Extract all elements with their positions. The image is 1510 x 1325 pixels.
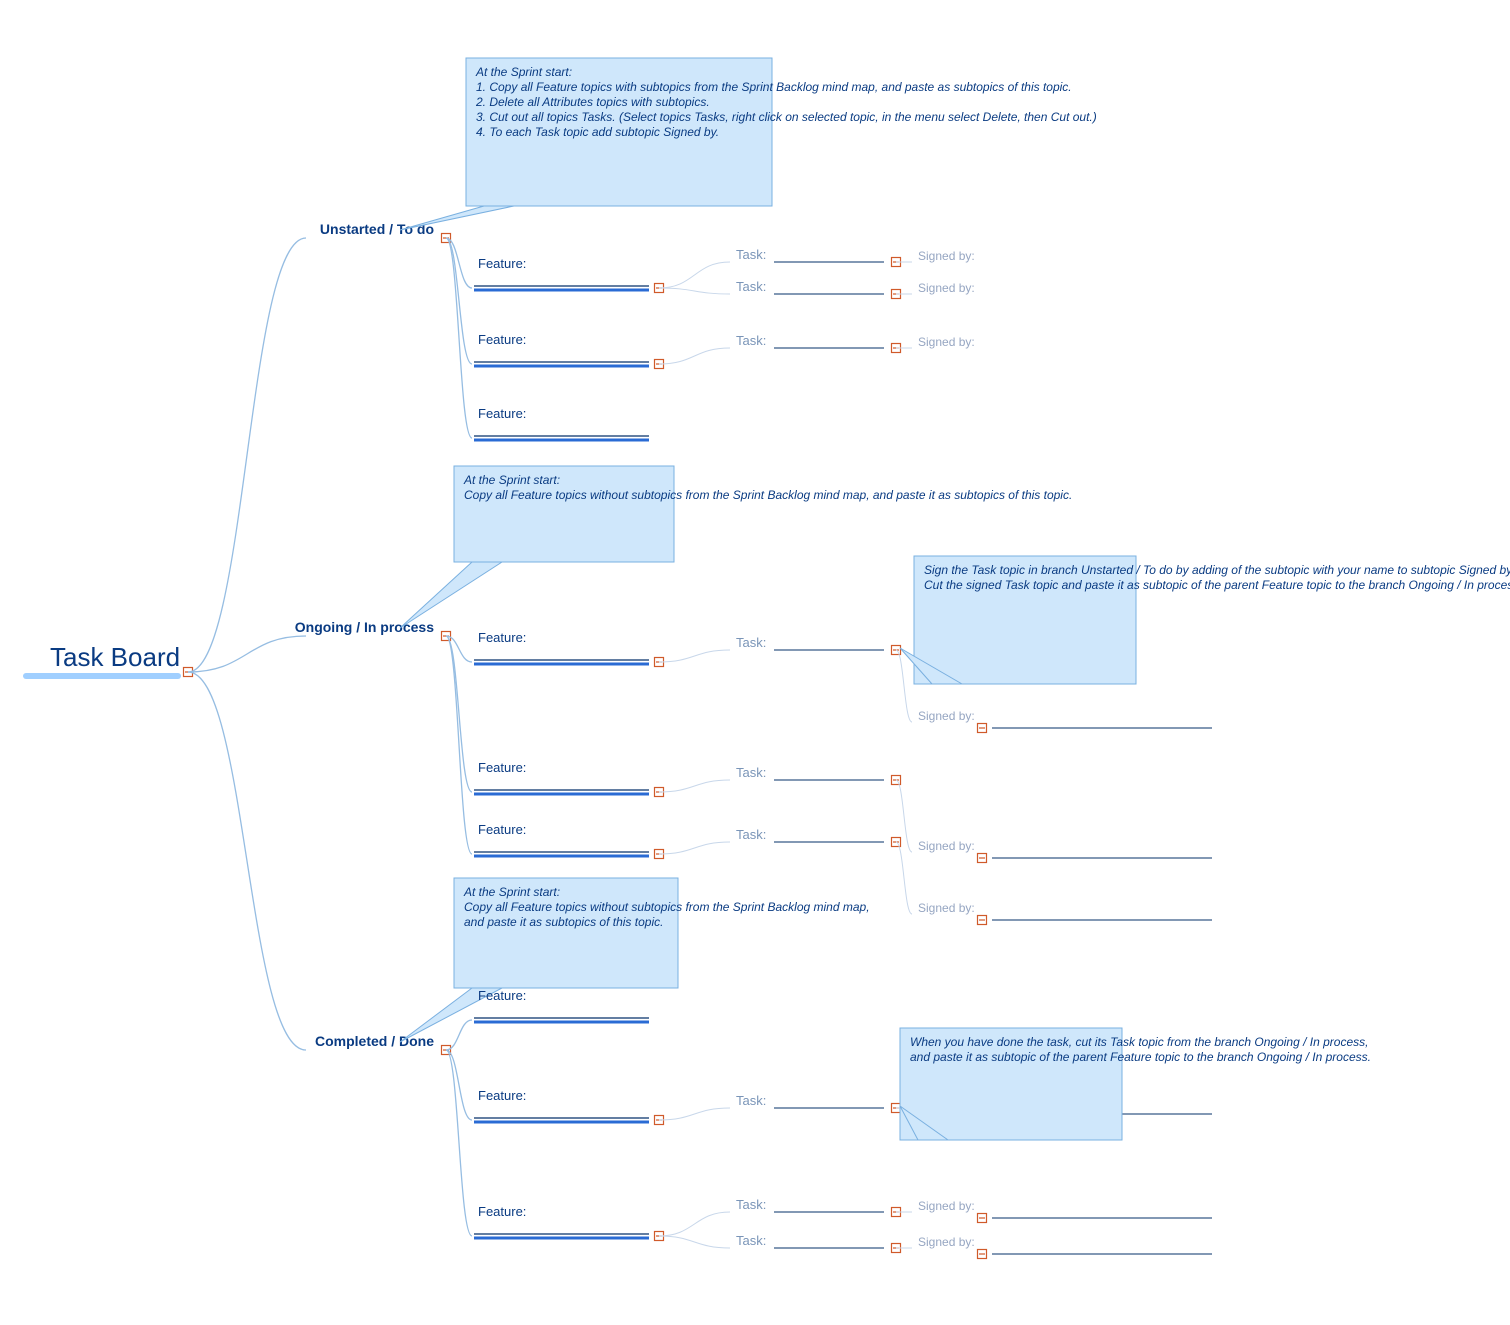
signed-by[interactable]: Signed by: [918,1235,975,1249]
signed-expand[interactable] [978,1214,987,1223]
task-label[interactable]: Task: [736,1093,766,1108]
task-label[interactable]: Task: [736,1233,766,1248]
signed-by[interactable]: Signed by: [918,901,975,915]
task-callout-completed: When you have done the task, cut its Tas… [900,1028,1371,1140]
signed-expand[interactable] [978,916,987,925]
signed-by[interactable]: Signed by: [918,335,975,349]
task-callout-ongoing: Sign the Task topic in branch Unstarted … [900,556,1510,684]
signed-expand[interactable] [978,854,987,863]
branch-unstarted[interactable]: Unstarted / To do [320,221,434,237]
feature-label[interactable]: Feature: [478,760,526,775]
signed-by[interactable]: Signed by: [918,249,975,263]
signed-by[interactable]: Signed by: [918,709,975,723]
feature-label[interactable]: Feature: [478,1088,526,1103]
svg-text:At the Sprint start:1. Copy al: At the Sprint start:1. Copy all Feature … [475,65,1097,139]
feature-label[interactable]: Feature: [478,988,526,1003]
task-label[interactable]: Task: [736,635,766,650]
task-label[interactable]: Task: [736,1197,766,1212]
feature-label[interactable]: Feature: [478,822,526,837]
callout-unstarted: At the Sprint start:1. Copy all Feature … [400,58,1097,230]
task-label[interactable]: Task: [736,333,766,348]
feature-label[interactable]: Feature: [478,332,526,347]
task-label[interactable]: Task: [736,279,766,294]
root-node[interactable]: Task Board [50,642,180,672]
feature-label[interactable]: Feature: [478,630,526,645]
signed-by[interactable]: Signed by: [918,1199,975,1213]
signed-by[interactable]: Signed by: [918,839,975,853]
svg-text:At the Sprint start:Copy all F: At the Sprint start:Copy all Feature top… [463,473,1072,502]
task-label[interactable]: Task: [736,765,766,780]
svg-text:When you have done the task, c: When you have done the task, cut its Tas… [910,1035,1371,1064]
feature-label[interactable]: Feature: [478,1204,526,1219]
signed-expand[interactable] [978,1250,987,1259]
task-label[interactable]: Task: [736,247,766,262]
task-label[interactable]: Task: [736,827,766,842]
feature-label[interactable]: Feature: [478,256,526,271]
branch-ongoing[interactable]: Ongoing / In process [295,619,434,635]
signed-expand[interactable] [978,724,987,733]
feature-label[interactable]: Feature: [478,406,526,421]
signed-by[interactable]: Signed by: [918,281,975,295]
branch-completed[interactable]: Completed / Done [315,1033,434,1049]
svg-text:Sign the Task topic in branch: Sign the Task topic in branch Unstarted … [924,563,1510,592]
